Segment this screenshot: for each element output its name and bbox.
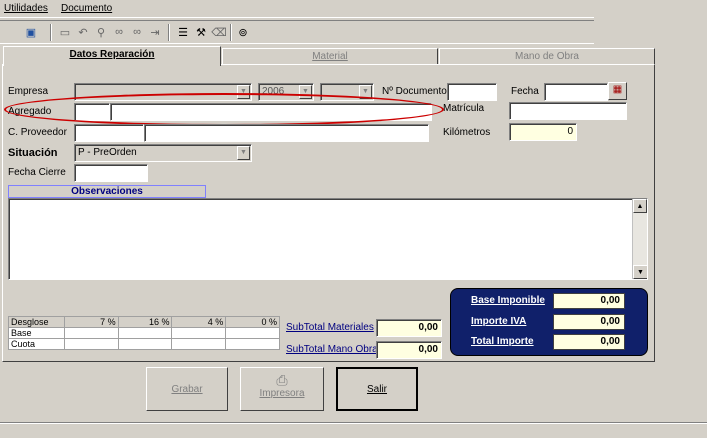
rate-4-header: 4 %	[171, 316, 227, 328]
fecha-cierre-field[interactable]	[74, 164, 148, 182]
tools-icon[interactable]: ⚒	[194, 25, 208, 39]
toolbar: ▣ ▭ ↶ ⚲ ∞ ∞ ⇥ ☰ ⚒ ⌫ ⊚	[0, 20, 594, 44]
proveedor-label: C. Proveedor	[8, 127, 67, 138]
observaciones-header: Observaciones	[8, 185, 206, 198]
chevron-down-icon[interactable]: ▼	[237, 146, 250, 160]
matricula-label: Matrícula	[443, 103, 485, 114]
binoculars-next-icon[interactable]: ∞	[130, 25, 144, 39]
undo-icon[interactable]: ↶	[76, 25, 90, 39]
status-separator	[0, 422, 707, 424]
notes-icon[interactable]: ☰	[176, 25, 190, 39]
base-imponible-value: 0,00	[553, 293, 625, 309]
menu-utilidades[interactable]: Utilidades	[4, 3, 48, 14]
grabar-button[interactable]: Grabar	[146, 367, 228, 411]
table-row: Base	[8, 327, 280, 339]
exit-door-icon[interactable]: ▣	[24, 25, 38, 39]
situacion-label: Situación	[8, 147, 58, 159]
new-document-icon[interactable]: ▭	[58, 25, 72, 39]
desglose-header: Desglose	[8, 316, 65, 328]
importe-iva-value: 0,00	[553, 314, 625, 330]
rate-7-header: 7 %	[63, 316, 119, 328]
scroll-up-icon[interactable]: ▲	[633, 199, 647, 213]
kilometros-field: 0	[509, 123, 577, 141]
highlight-ellipse	[4, 93, 444, 126]
total-importe-value: 0,00	[553, 334, 625, 350]
fecha-label: Fecha	[511, 86, 539, 97]
menu-documento[interactable]: Documento	[61, 3, 112, 14]
menu-bar: Utilidades Documento	[0, 0, 594, 18]
ndoc-label: Nº Documento	[382, 86, 447, 97]
import-icon[interactable]: ⇥	[148, 25, 162, 39]
binoculars-icon[interactable]: ∞	[112, 25, 126, 39]
subtotal-mano-obra-label: SubTotal Mano Obra	[286, 344, 378, 355]
observaciones-textarea[interactable]: ▲ ▼	[8, 198, 648, 280]
importe-iva-label: Importe IVA	[471, 316, 527, 327]
situacion-select[interactable]: P - PreOrden ▼	[74, 144, 252, 162]
tab-datos-reparacion[interactable]: Datos Reparación	[3, 46, 221, 66]
subtotal-materiales-value: 0,00	[376, 319, 442, 337]
situacion-value: P - PreOrden	[78, 147, 137, 158]
calendar-icon[interactable]: ▦	[608, 82, 627, 100]
salir-button[interactable]: Salir	[336, 367, 418, 411]
fecha-cierre-label: Fecha Cierre	[8, 167, 66, 178]
fecha-field[interactable]	[544, 83, 608, 101]
proveedor-name-field[interactable]	[144, 124, 429, 142]
ndoc-field[interactable]	[447, 83, 497, 101]
desglose-table: Desglose 7 % 16 % 4 % 0 % Base Cuota	[8, 316, 280, 350]
tab-material[interactable]: Material	[222, 48, 438, 65]
subtotal-mano-obra-value: 0,00	[376, 341, 442, 359]
toolbar-separator	[230, 24, 232, 41]
total-importe-label: Total Importe	[471, 336, 534, 347]
search-icon[interactable]: ⚲	[94, 25, 108, 39]
scrollbar[interactable]: ▲ ▼	[632, 199, 647, 279]
base-imponible-label: Base Imponible	[471, 295, 545, 306]
table-row: Cuota	[8, 338, 280, 350]
rate-16-header: 16 %	[117, 316, 173, 328]
toolbar-separator	[50, 24, 52, 41]
tab-mano-de-obra[interactable]: Mano de Obra	[439, 48, 655, 65]
totals-panel: Base Imponible 0,00 Importe IVA 0,00 Tot…	[450, 288, 648, 356]
eraser-icon[interactable]: ⌫	[211, 25, 227, 39]
matricula-field[interactable]	[509, 102, 627, 120]
cuota-row-label: Cuota	[8, 338, 65, 350]
empresa-label: Empresa	[8, 86, 49, 97]
kilometros-label: Kilómetros	[443, 127, 491, 138]
subtotal-materiales-label: SubTotal Materiales	[286, 322, 374, 333]
impresora-button[interactable]: ⎙ Impresora	[240, 367, 324, 411]
table-row: Desglose 7 % 16 % 4 % 0 %	[8, 316, 280, 328]
toolbar-separator	[168, 24, 170, 41]
base-row-label: Base	[8, 327, 65, 339]
proveedor-code-field[interactable]	[74, 124, 144, 142]
printer-icon: ⎙	[276, 372, 288, 388]
rate-0-header: 0 %	[225, 316, 280, 328]
scroll-down-icon[interactable]: ▼	[633, 265, 647, 279]
settings-icon[interactable]: ⊚	[236, 25, 250, 39]
